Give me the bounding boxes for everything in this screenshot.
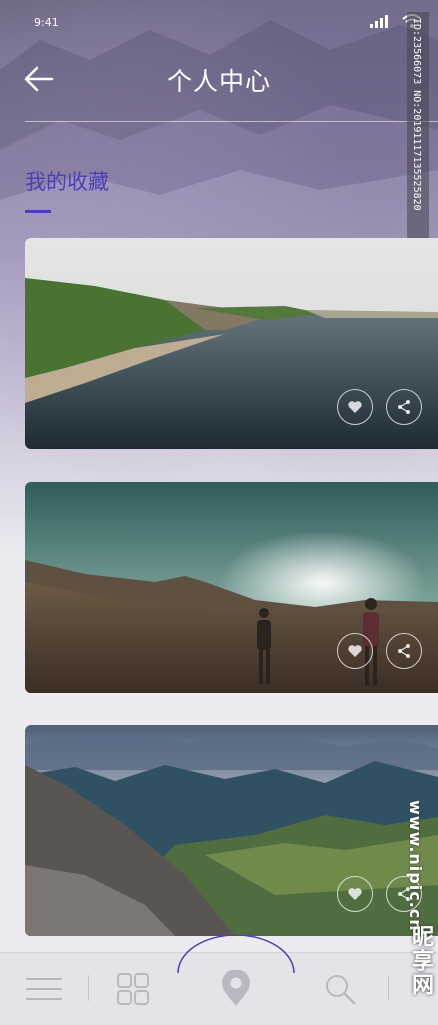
location-pin-icon: [222, 970, 250, 1006]
grid-icon: [117, 973, 149, 1005]
signal-icon: [370, 15, 388, 28]
favorite-card[interactable]: [25, 238, 438, 449]
heart-icon: [348, 401, 362, 413]
heart-icon: [348, 645, 362, 657]
favorite-card[interactable]: [25, 725, 438, 936]
heart-icon: [348, 888, 362, 900]
section-title: 我的收藏: [25, 170, 109, 194]
watermark-brand-cn: 昵享网: [408, 925, 433, 997]
like-button[interactable]: [337, 633, 373, 669]
section-underline: [25, 210, 51, 213]
tab-separator: [88, 975, 89, 1001]
status-time: 9:41: [34, 16, 59, 29]
favorite-card[interactable]: [25, 482, 438, 693]
tab-separator: [388, 975, 389, 1001]
card-actions: [337, 389, 422, 425]
status-bar: 9:41: [0, 0, 438, 44]
header: 个人中心: [0, 44, 438, 122]
share-button[interactable]: [386, 633, 422, 669]
card-actions: [337, 633, 422, 669]
header-divider: [25, 121, 438, 122]
share-icon: [398, 644, 410, 658]
tab-search[interactable]: [318, 967, 362, 1011]
share-icon: [398, 400, 410, 414]
watermark-id-strip: ID:23566073 NO:20191117135525820: [407, 12, 429, 238]
search-icon: [326, 975, 356, 1005]
tab-menu[interactable]: [22, 967, 66, 1011]
page-title: 个人中心: [166, 67, 271, 96]
like-button[interactable]: [337, 389, 373, 425]
share-button[interactable]: [386, 389, 422, 425]
center-tab-arc: [177, 935, 295, 974]
tab-grid[interactable]: [111, 967, 155, 1011]
menu-icon: [26, 978, 62, 1000]
like-button[interactable]: [337, 876, 373, 912]
watermark-brand: www.nipic.cn: [406, 800, 425, 932]
watermark-id-text: ID:23566073 NO:20191117135525820: [411, 18, 422, 211]
